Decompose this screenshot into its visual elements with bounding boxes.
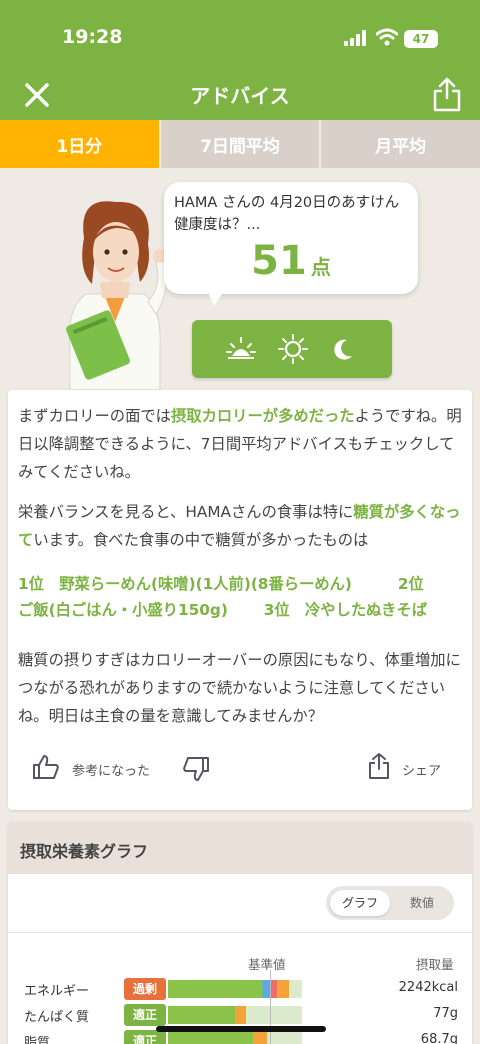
column-standard: 基準値 xyxy=(248,957,286,972)
tab-7day-average[interactable]: 7日間平均 xyxy=(158,120,320,168)
nutrient-graph-card: 摂取栄養素グラフ グラフ 数値 基準値 摂取量 エネルギー 過剰 2242kca… xyxy=(8,822,472,1044)
moon-icon[interactable] xyxy=(328,334,358,364)
period-tabs: 1日分 7日間平均 月平均 xyxy=(0,120,480,168)
nutrient-name: たんぱく質 xyxy=(24,1010,90,1025)
nutrient-bar-fill xyxy=(168,1006,246,1024)
nutrient-value: 68.7g xyxy=(420,1032,458,1044)
standard-reference-line xyxy=(270,970,271,1044)
graph-values-toggle[interactable]: グラフ 数値 xyxy=(326,886,454,920)
thumbs-down-icon[interactable] xyxy=(182,756,210,782)
share-label[interactable]: シェア xyxy=(402,760,441,779)
bubble-tail xyxy=(206,288,226,306)
status-bar: 19:28 47 xyxy=(0,24,480,54)
nutrient-row: エネルギー 過剰 2242kcal xyxy=(8,976,472,1004)
nutrient-bar-track xyxy=(168,1006,302,1024)
advisor-hero: HAMA さんの 4月20日のあすけん健康度は？... 51 点 xyxy=(0,168,480,390)
sun-icon[interactable] xyxy=(278,334,308,364)
signal-icon xyxy=(344,30,366,46)
tab-monthly-average[interactable]: 月平均 xyxy=(319,120,480,168)
status-badge: 過剰 xyxy=(124,978,166,1000)
nutrient-bar-fill xyxy=(168,1032,268,1044)
advice-actions: 参考になった シェア xyxy=(8,748,472,788)
ranking-line-2: ご飯(白ごはん・小盛り150g) 3位 冷やしたぬきそば xyxy=(18,601,428,619)
advisor-illustration xyxy=(66,201,168,390)
meal-time-selector xyxy=(192,320,392,378)
page-title: アドバイス xyxy=(190,84,290,108)
wifi-icon xyxy=(376,28,398,46)
p1-text: まずカロリーの面では xyxy=(18,407,171,425)
toggle-graph[interactable]: グラフ xyxy=(330,890,390,916)
status-time: 19:28 xyxy=(62,26,123,48)
nutrient-bar-track xyxy=(168,980,302,998)
advice-paragraph-carbs: 糖質の摂りすぎはカロリーオーバーの原因にもなり、体重増加につながる恐れがあります… xyxy=(18,651,461,725)
sunrise-icon[interactable] xyxy=(226,334,256,364)
nutrient-graph-title: 摂取栄養素グラフ xyxy=(8,822,472,874)
p2-text: 栄養バランスを見ると、HAMAさんの食事は特に xyxy=(18,503,354,521)
toggle-values[interactable]: 数値 xyxy=(392,890,452,916)
health-score: 51 点 xyxy=(164,238,418,284)
bubble-text: HAMA さんの 4月20日のあすけん健康度は？... xyxy=(174,195,400,233)
battery-icon: 47 xyxy=(404,30,438,48)
share-icon[interactable] xyxy=(432,76,462,112)
home-indicator[interactable] xyxy=(156,1026,326,1032)
divider xyxy=(8,932,472,933)
status-badge: 適正 xyxy=(124,1030,166,1044)
share-icon[interactable] xyxy=(368,752,390,780)
nutrient-bar-track xyxy=(168,1032,302,1044)
ranking-line-1: 1位 野菜らーめん(味噌)(1人前)(8番らーめん) 2位 xyxy=(18,575,424,593)
nutrient-value: 77g xyxy=(433,1006,458,1021)
nutrient-value: 2242kcal xyxy=(398,980,458,995)
tab-1day[interactable]: 1日分 xyxy=(0,120,159,168)
thumbs-up-icon[interactable] xyxy=(32,754,60,780)
p1-highlight: 摂取カロリーが多めだった xyxy=(170,407,355,425)
advice-paragraph-calorie: まずカロリーの面では摂取カロリーが多めだったようですね。明日以降調整できるように… xyxy=(18,402,464,486)
nav-bar: アドバイス xyxy=(0,70,480,120)
column-intake: 摂取量 xyxy=(416,957,454,972)
advice-card: まずカロリーの面では摂取カロリーが多めだったようですね。明日以降調整できるように… xyxy=(8,390,472,810)
advice-bubble: HAMA さんの 4月20日のあすけん健康度は？... 51 点 xyxy=(164,182,418,294)
status-badge: 適正 xyxy=(124,1004,166,1026)
p2-text-end: います。食べた食事の中で糖質が多かったものは xyxy=(33,531,369,549)
helpful-label[interactable]: 参考になった xyxy=(72,760,150,779)
nutrient-name: 脂質 xyxy=(24,1036,51,1044)
score-unit: 点 xyxy=(310,255,331,279)
nutrient-name: エネルギー xyxy=(24,984,90,999)
advice-paragraph-balance: 栄養バランスを見ると、HAMAさんの食事は特に糖質が多くなっています。食べた食事… xyxy=(18,498,464,554)
score-value: 51 xyxy=(251,238,307,284)
